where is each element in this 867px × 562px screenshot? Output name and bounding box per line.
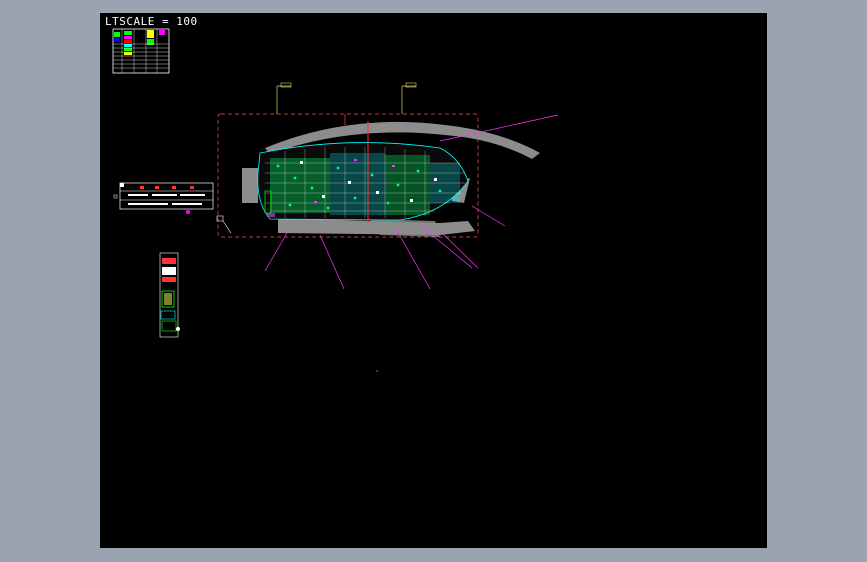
title-block-strip[interactable] bbox=[113, 182, 214, 214]
parking-strip-left bbox=[242, 168, 258, 203]
corner-note bbox=[216, 215, 232, 234]
parking-strip-bottom bbox=[278, 218, 475, 237]
top-callout-left[interactable] bbox=[276, 82, 292, 114]
layer-legend-table[interactable] bbox=[112, 28, 170, 74]
top-callout-right[interactable] bbox=[401, 82, 417, 114]
vertical-section-strip[interactable] bbox=[159, 252, 180, 338]
model-space-viewport[interactable]: LTSCALE = 100 bbox=[100, 13, 767, 548]
cad-drawing-canvas[interactable] bbox=[100, 13, 767, 548]
